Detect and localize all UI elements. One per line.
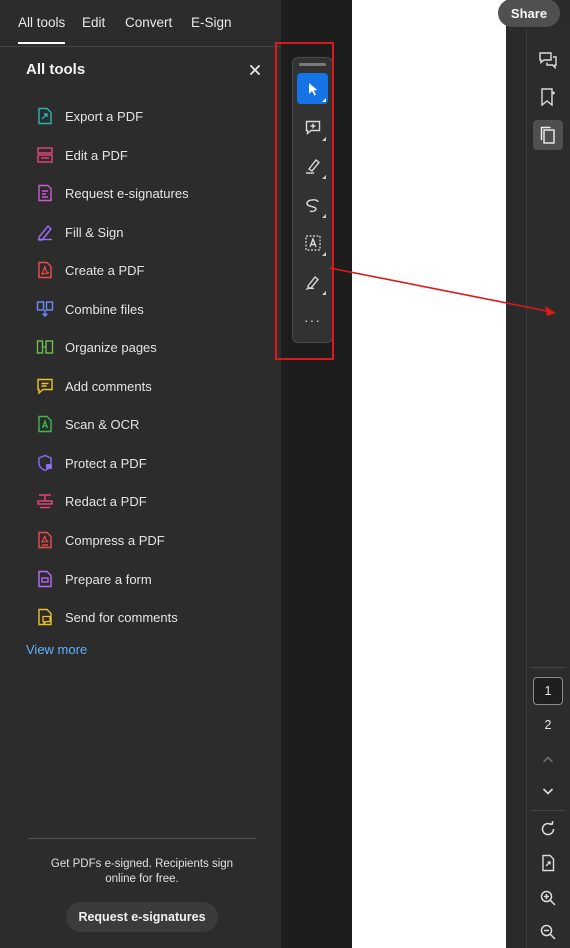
combine-files-icon: [35, 299, 55, 319]
scan-ocr-icon: [35, 414, 55, 434]
tool-protect-pdf[interactable]: Protect a PDF: [26, 447, 266, 479]
more-icon: ···: [304, 311, 321, 328]
comments-panel-icon: [539, 52, 557, 70]
comments-panel-button[interactable]: [533, 45, 563, 75]
zoom-in-button[interactable]: [533, 883, 563, 913]
prev-page-button[interactable]: [533, 745, 563, 775]
select-cursor-icon: [308, 82, 317, 95]
tool-label: Compress a PDF: [65, 532, 165, 548]
rail-divider: [530, 667, 566, 668]
tool-fill-sign[interactable]: Fill & Sign: [26, 216, 266, 248]
toolbar-drag-handle[interactable]: [299, 63, 326, 66]
prepare-form-icon: [35, 569, 55, 589]
zoom-out-icon: [540, 924, 556, 940]
next-page-icon: [542, 788, 554, 795]
tab-convert[interactable]: Convert: [125, 15, 172, 30]
draw-freehand-icon: [305, 198, 319, 212]
tool-create-pdf[interactable]: Create a PDF: [26, 254, 266, 286]
close-icon: [250, 65, 260, 75]
tool-send-for-comments[interactable]: Send for comments: [26, 601, 266, 633]
tool-compress-pdf[interactable]: Compress a PDF: [26, 524, 266, 556]
tool-prepare-form[interactable]: Prepare a form: [26, 563, 266, 595]
protect-pdf-icon: [35, 453, 55, 473]
export-pdf-icon: [35, 106, 55, 126]
tool-export-pdf[interactable]: Export a PDF: [26, 100, 266, 132]
page-thumbnails-icon: [540, 126, 555, 144]
divider: [28, 838, 256, 839]
quick-tools-toolbar: ···: [292, 57, 333, 343]
organize-pages-icon: [35, 337, 55, 357]
share-button[interactable]: Share: [498, 0, 560, 27]
page-extract-button[interactable]: [533, 848, 563, 878]
tool-combine-files[interactable]: Combine files: [26, 293, 266, 325]
add-comment-icon: [305, 120, 320, 135]
rotate-icon: [541, 821, 555, 836]
request-esign-icon: [35, 183, 55, 203]
fill-sign-icon: [35, 222, 55, 242]
close-panel-button[interactable]: [245, 60, 265, 80]
add-comments-icon: [35, 376, 55, 396]
canvas-gutter-right: [506, 0, 526, 948]
create-pdf-icon: [35, 260, 55, 280]
tool-label: Scan & OCR: [65, 416, 140, 432]
promo-text: Get PDFs e-signed. Recipients sign onlin…: [50, 858, 234, 885]
signature-tool-button[interactable]: [297, 266, 328, 297]
tool-label: Protect a PDF: [65, 455, 147, 471]
tool-request-esignatures[interactable]: Request e-signatures: [26, 177, 266, 209]
highlight-tool-button[interactable]: [297, 150, 328, 181]
top-tab-bar: All tools Edit Convert E-Sign: [0, 0, 281, 47]
tool-label: Create a PDF: [65, 262, 145, 278]
tool-add-comments[interactable]: Add comments: [26, 370, 266, 402]
tool-label: Fill & Sign: [65, 224, 124, 240]
zoom-in-icon: [540, 890, 556, 906]
text-select-tool-button[interactable]: [297, 227, 328, 258]
bookmarks-icon: [541, 88, 555, 107]
page-2-button[interactable]: 2: [533, 711, 563, 739]
next-page-button[interactable]: [533, 776, 563, 806]
tab-edit[interactable]: Edit: [82, 15, 105, 30]
edit-pdf-icon: [35, 145, 55, 165]
page-1-button[interactable]: 1: [533, 677, 563, 705]
tool-label: Request e-signatures: [65, 185, 189, 201]
tool-label: Combine files: [65, 301, 144, 317]
select-tool-button[interactable]: [297, 73, 328, 104]
tool-label: Send for comments: [65, 609, 178, 625]
tool-edit-pdf[interactable]: Edit a PDF: [26, 139, 266, 171]
tool-label: Export a PDF: [65, 108, 144, 124]
tab-all-tools[interactable]: All tools: [18, 15, 66, 44]
prev-page-icon: [542, 756, 554, 763]
request-esignatures-button[interactable]: Request e-signatures: [66, 902, 218, 932]
rotate-button[interactable]: [533, 814, 563, 844]
tool-label: Redact a PDF: [65, 493, 147, 509]
compress-pdf-icon: [35, 530, 55, 550]
redact-pdf-icon: [35, 491, 55, 511]
all-tools-panel: All tools Edit Convert E-Sign All tools …: [0, 0, 282, 948]
tool-label: Prepare a form: [65, 571, 152, 587]
more-tools-button[interactable]: ···: [297, 304, 328, 335]
tool-redact-pdf[interactable]: Redact a PDF: [26, 485, 266, 517]
panel-title: All tools: [26, 61, 86, 78]
tab-e-sign[interactable]: E-Sign: [191, 15, 232, 30]
send-comments-icon: [35, 607, 55, 627]
tool-scan-ocr[interactable]: Scan & OCR: [26, 408, 266, 440]
signature-pen-icon: [305, 275, 319, 290]
draw-tool-button[interactable]: [297, 189, 328, 220]
text-select-icon: [304, 234, 321, 251]
tool-label: Organize pages: [65, 339, 157, 355]
view-more-link[interactable]: View more: [26, 642, 87, 657]
highlight-pen-icon: [305, 158, 320, 174]
bookmarks-button[interactable]: [533, 82, 563, 112]
tool-organize-pages[interactable]: Organize pages: [26, 331, 266, 363]
tool-label: Add comments: [65, 378, 152, 394]
document-page[interactable]: [352, 0, 506, 948]
zoom-out-button[interactable]: [533, 917, 563, 947]
tool-label: Edit a PDF: [65, 147, 128, 163]
page-extract-icon: [542, 854, 555, 872]
rail-divider: [530, 810, 566, 811]
add-comment-tool-button[interactable]: [297, 112, 328, 143]
page-thumbnails-button[interactable]: [533, 120, 563, 150]
